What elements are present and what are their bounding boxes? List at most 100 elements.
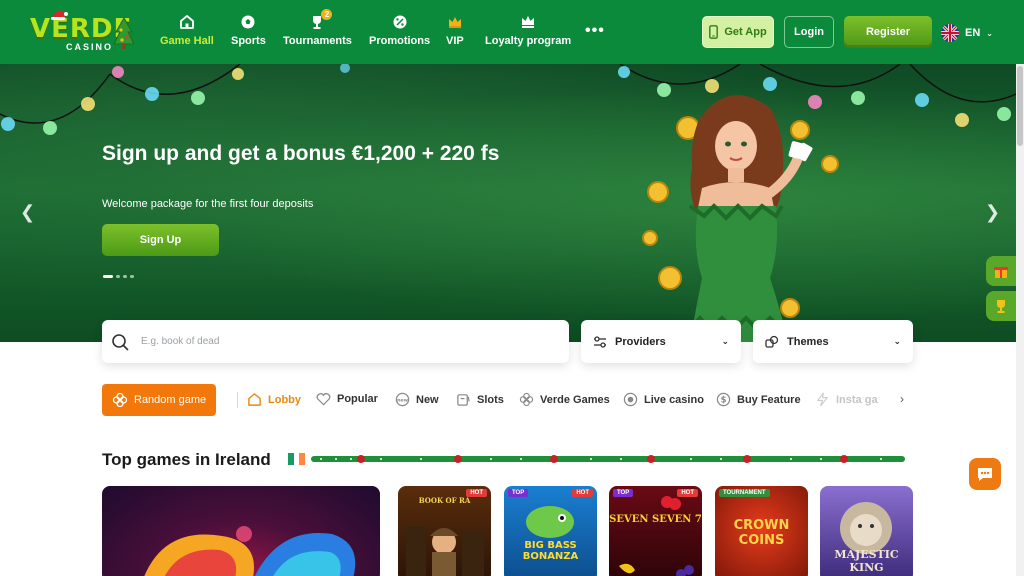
gift-side-button[interactable] [986, 256, 1016, 286]
live-dot-icon [623, 392, 638, 407]
category-buy-feature[interactable]: $ Buy Feature [716, 392, 801, 407]
hero-character-illustration [642, 95, 839, 342]
slide-dot[interactable] [116, 275, 120, 278]
hero-banner[interactable]: Sign up and get a bonus €1,200 + 220 fs … [0, 64, 1016, 342]
search-icon [112, 333, 129, 350]
new-tag-icon: new [395, 392, 410, 407]
chevron-down-icon: ⌄ [721, 336, 729, 346]
phone-icon [709, 25, 719, 39]
loyalty-crown-icon [522, 16, 535, 28]
filter-sliders-icon [594, 335, 606, 348]
chevron-down-icon: ⌄ [893, 336, 901, 346]
trophy-icon: 2 [309, 9, 333, 30]
game-title: CROWN COINS [733, 518, 790, 548]
category-label: Live casino [644, 393, 704, 406]
seven-seven-artwork [619, 496, 694, 576]
themes-dropdown[interactable]: Themes ⌄ [753, 320, 913, 363]
game-search-box[interactable] [102, 320, 569, 363]
live-chat-button[interactable] [969, 458, 1001, 490]
category-divider [237, 392, 238, 408]
section-title: Top games in Ireland [102, 450, 271, 469]
get-app-label: Get App [724, 26, 767, 38]
nav-label: Sports [231, 35, 266, 47]
nav-loyalty-program[interactable]: Loyalty program [485, 14, 571, 47]
register-label: Register [865, 26, 911, 38]
more-menu-icon[interactable]: ••• [585, 22, 605, 40]
christmas-garland-decoration [311, 455, 905, 463]
game-card-big-bass-bonanza[interactable]: TOP HOT BIG BASS BONANZA [504, 486, 597, 576]
category-label: Slots [477, 393, 504, 406]
nav-game-hall[interactable]: Game Hall [160, 14, 214, 47]
nav-label: Tournaments [283, 35, 352, 47]
page-scrollbar[interactable] [1016, 64, 1024, 576]
game-card-majestic-king[interactable]: MAJESTIC KING [820, 486, 913, 576]
nav-sports[interactable]: Sports [231, 14, 266, 47]
category-label: New [416, 393, 439, 406]
category-label: Verde Games [540, 393, 610, 406]
random-game-button[interactable]: Random game [102, 384, 216, 416]
slide-dot[interactable] [103, 275, 113, 278]
category-slots[interactable]: Slots [456, 392, 504, 407]
login-button[interactable]: Login [784, 16, 834, 48]
top-header: VERDE CASINO Game Hall Sports 2 Tourname… [0, 0, 1024, 64]
heart-icon [316, 392, 331, 406]
big-bass-artwork [526, 506, 574, 538]
category-lobby[interactable]: Lobby [247, 392, 301, 407]
category-insta-games[interactable]: Insta ga [815, 392, 878, 407]
carousel-next-arrow-icon[interactable]: ❯ [985, 202, 1000, 223]
clover-icon [519, 392, 534, 407]
slot-machine-icon [457, 394, 470, 406]
svg-text:$: $ [721, 394, 727, 404]
nav-vip[interactable]: VIP [446, 14, 464, 47]
uk-flag-icon [941, 24, 959, 42]
chevron-down-icon: ⌄ [986, 28, 993, 38]
categories-scroll-right-icon[interactable]: › [900, 392, 904, 406]
game-card-crown-coins[interactable]: TOURNAMENT CROWN COINS [715, 486, 808, 576]
category-verde-games[interactable]: Verde Games [519, 392, 610, 407]
dollar-coin-icon: $ [716, 392, 731, 407]
string-lights-decoration [0, 64, 1016, 135]
nav-label: Promotions [369, 35, 431, 47]
ireland-flag-icon [288, 453, 306, 465]
percent-badge-icon [393, 15, 407, 29]
crown-icon [448, 17, 461, 28]
nav-label: Loyalty program [485, 35, 572, 47]
slide-dot[interactable] [130, 275, 134, 278]
category-live-casino[interactable]: Live casino [623, 392, 704, 407]
themes-shapes-icon [765, 335, 779, 348]
language-selector[interactable]: EN ⌄ [941, 24, 993, 42]
nav-tournaments[interactable]: 2 Tournaments [283, 9, 352, 47]
hero-subtitle: Welcome package for the first four depos… [102, 198, 314, 210]
game-card-seven-seven[interactable]: TOP HOT SEVEN SEVEN 7 [609, 486, 702, 576]
instant-icon [816, 392, 829, 407]
nav-label: VIP [446, 35, 464, 47]
category-label: Popular [337, 393, 378, 405]
scrollbar-thumb[interactable] [1017, 66, 1023, 146]
slide-indicators[interactable] [103, 275, 134, 278]
slide-dot[interactable] [123, 275, 127, 278]
category-popular[interactable]: Popular [316, 392, 378, 406]
game-card-book-of-ra[interactable]: HOT BOOK OF RA [398, 486, 491, 576]
providers-dropdown[interactable]: Providers ⌄ [581, 320, 741, 363]
logo-subtitle: CASINO [66, 42, 114, 52]
book-of-ra-artwork [406, 526, 484, 576]
sign-up-button[interactable]: Sign Up [102, 224, 219, 256]
get-app-button[interactable]: Get App [702, 16, 774, 48]
carousel-prev-arrow-icon[interactable]: ❮ [20, 202, 35, 223]
search-input[interactable] [141, 336, 541, 347]
providers-label: Providers [615, 335, 666, 348]
nav-label: Game Hall [160, 35, 214, 47]
nav-promotions[interactable]: Promotions [369, 14, 430, 47]
soccer-ball-icon [241, 15, 255, 29]
trophy-side-button[interactable] [986, 291, 1016, 321]
tournament-tag: TOURNAMENT [719, 489, 770, 497]
verde-casino-logo[interactable]: VERDE CASINO [30, 10, 134, 54]
category-new[interactable]: new New [395, 392, 439, 407]
gift-icon [994, 267, 1008, 278]
santa-hat-icon [51, 10, 68, 20]
random-game-label: Random game [134, 394, 207, 406]
register-button[interactable]: Register [844, 16, 932, 48]
christmas-tree-icon [114, 16, 134, 49]
category-label: Lobby [268, 393, 301, 406]
featured-game-card[interactable] [102, 486, 380, 576]
